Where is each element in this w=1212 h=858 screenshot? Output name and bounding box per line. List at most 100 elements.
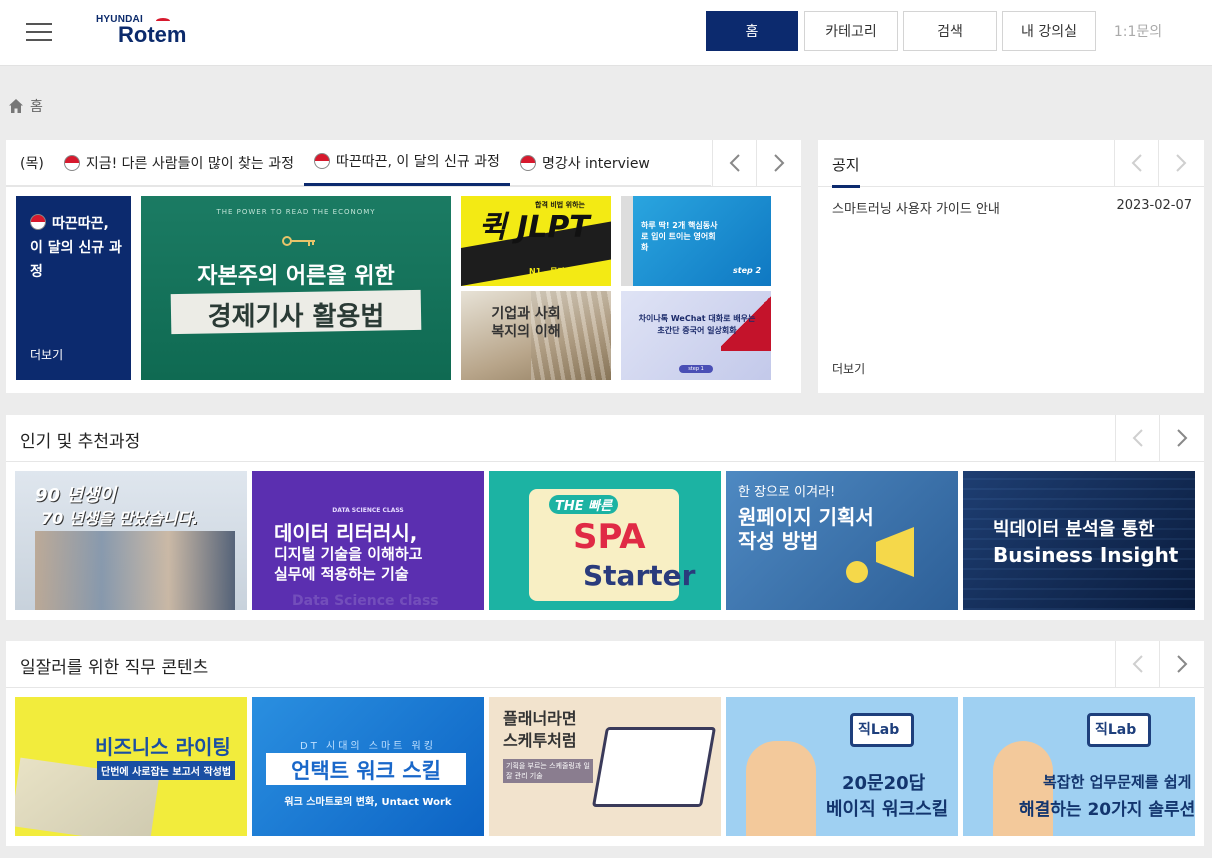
planner-line3: 기획을 부르는 스케줄링과 일 잘 관리 기술 — [503, 759, 593, 783]
biz-writing-line2: 단번에 사로잡는 보고서 작성법 — [97, 761, 236, 780]
dot-icon — [314, 153, 330, 169]
english-title: 하루 딱! 2개 핵심동사로 입이 트이는 영어회화 — [641, 221, 718, 252]
chevron-right-icon — [1176, 429, 1187, 447]
nav-search-button[interactable]: 검색 — [903, 11, 997, 51]
bulb-icon — [846, 561, 868, 583]
jobs-next-button[interactable] — [1159, 641, 1203, 687]
course-tile-bigdata[interactable]: 빅데이터 분석을 통한 Business Insight — [963, 471, 1195, 610]
basic-work-line1: 20문20답 — [842, 773, 926, 794]
popular-panel: 인기 및 추천과정 90 년생이 70 년생을 만났습니다. DATA SCIE… — [6, 415, 1204, 620]
economy-tag: THE POWER TO READ THE ECONOMY — [216, 208, 376, 216]
bigdata-line2: Business Insight — [993, 543, 1179, 567]
chevron-left-icon — [1132, 655, 1143, 673]
megaphone-icon — [876, 527, 914, 577]
data-literacy-line3: 실무에 적용하는 기술 — [274, 565, 409, 583]
course-tile-economy[interactable]: THE POWER TO READ THE ECONOMY 자본주의 어른을 위… — [141, 196, 451, 380]
menu-icon[interactable] — [26, 22, 52, 42]
person-icon — [746, 741, 816, 836]
hyundai-rotem-logo[interactable]: HYUNDAI Rotem — [96, 14, 196, 50]
planner-line2: 스케투처럼 — [503, 731, 577, 750]
course-tile-solutions[interactable]: 직Lab 복잡한 업무문제를 쉽게 해결하는 20가지 솔루션 — [963, 697, 1195, 836]
spa-line1: THE 빠른 — [549, 495, 619, 514]
course-tile-welfare[interactable]: 기업과 사회복지의 이해 — [461, 291, 611, 380]
untact-line1: 언택트 워크 스킬 — [291, 759, 441, 783]
laptop-icon — [591, 727, 717, 807]
dot-icon — [63, 154, 80, 171]
chevron-right-icon — [1175, 154, 1186, 172]
notice-item-date: 2023-02-07 — [1116, 198, 1192, 213]
popular-prev-button[interactable] — [1115, 415, 1159, 461]
bigdata-line1: 빅데이터 분석을 통한 — [993, 519, 1155, 540]
popular-next-button[interactable] — [1159, 415, 1203, 461]
featured-tabs: (목) 지금! 다른 사람들이 많이 찾는 과정 따끈따끈, 이 달의 신규 과… — [6, 140, 711, 186]
nav-home-button[interactable]: 홈 — [706, 11, 798, 51]
generations-line1: 90 년생이 — [35, 485, 116, 506]
jlpt-sub: N1 - 문자어휘 — [529, 267, 580, 276]
dot-icon — [519, 154, 536, 171]
planner-line1: 플래너라면 — [503, 709, 577, 728]
course-tile-generations[interactable]: 90 년생이 70 년생을 만났습니다. — [15, 471, 247, 610]
economy-line1: 자본주의 어른을 위한 — [197, 264, 395, 289]
tab-interview[interactable]: 명강사 interview — [510, 140, 660, 186]
solutions-badge: 직Lab — [1095, 722, 1137, 738]
untact-line2: 워크 스마트로의 변화, Untact Work — [284, 797, 452, 808]
tab-new-courses-label: 따끈따끈, 이 달의 신규 과정 — [336, 154, 500, 170]
tab-day[interactable]: (목) — [6, 140, 54, 186]
logo-name: Rotem — [118, 22, 187, 47]
course-tile-english[interactable]: 하루 딱! 2개 핵심동사로 입이 트이는 영어회화 step 2 — [621, 196, 771, 286]
economy-line2: 경제기사 활용법 — [207, 302, 385, 332]
chevron-left-icon — [1131, 154, 1142, 172]
notice-panel: 공지 스마트러닝 사용자 가이드 안내 2023-02-07 더보기 — [818, 140, 1204, 393]
home-icon[interactable] — [8, 98, 24, 114]
notice-prev-button[interactable] — [1114, 140, 1158, 186]
course-tile-jlpt[interactable]: 퀵 JLPT 합격 비법 위하는 N1 - 문자어휘 — [461, 196, 611, 286]
new-courses-card[interactable]: 따끈따끈, 이 달의 신규 과정 더보기 — [16, 196, 131, 380]
course-tile-data-literacy[interactable]: DATA SCIENCE CLASS 데이터 리터러시, 디지털 기술을 이해하… — [252, 471, 484, 610]
chevron-left-icon — [1132, 429, 1143, 447]
notice-item-text: 스마트러닝 사용자 가이드 안내 — [832, 202, 1000, 217]
featured-next-button[interactable] — [756, 140, 800, 186]
basic-work-line2: 베이직 워크스킬 — [826, 799, 949, 820]
key-icon — [282, 236, 315, 246]
chevron-right-icon — [773, 154, 784, 172]
spa-line2: SPA — [573, 517, 646, 557]
chevron-right-icon — [1176, 655, 1187, 673]
notice-tab[interactable]: 공지 — [832, 154, 860, 188]
tab-new-courses[interactable]: 따끈따끈, 이 달의 신규 과정 — [304, 140, 510, 186]
jobs-panel: 일잘러를 위한 직무 콘텐츠 비즈니스 라이팅 단번에 사로잡는 보고서 작성법… — [6, 641, 1204, 846]
course-tile-spa[interactable]: THE 빠른 SPA Starter — [489, 471, 721, 610]
basic-work-badge: 직Lab — [858, 722, 900, 738]
featured-panel: (목) 지금! 다른 사람들이 많이 찾는 과정 따끈따끈, 이 달의 신규 과… — [6, 140, 801, 393]
tab-popular-now[interactable]: 지금! 다른 사람들이 많이 찾는 과정 — [54, 140, 304, 186]
notice-more-link[interactable]: 더보기 — [832, 360, 865, 377]
nav-category-button[interactable]: 카테고리 — [804, 11, 898, 51]
notice-item[interactable]: 스마트러닝 사용자 가이드 안내 2023-02-07 — [832, 198, 1192, 217]
tab-popular-now-label: 지금! 다른 사람들이 많이 찾는 과정 — [85, 155, 294, 172]
welfare-title: 기업과 사회복지의 이해 — [491, 306, 561, 340]
course-tile-biz-writing[interactable]: 비즈니스 라이팅 단번에 사로잡는 보고서 작성법 — [15, 697, 247, 836]
wechat-title: 차이나톡 WeChat 대화로 배우는 초간단 중국어 일상회화 — [638, 314, 756, 335]
course-tile-wechat[interactable]: 차이나톡 WeChat 대화로 배우는 초간단 중국어 일상회화 step 1 — [621, 291, 771, 380]
nav-my-room-button[interactable]: 내 강의실 — [1002, 11, 1096, 51]
course-tile-planner[interactable]: 플래너라면 스케투처럼 기획을 부르는 스케줄링과 일 잘 관리 기술 — [489, 697, 721, 836]
wechat-sub: step 1 — [679, 365, 713, 373]
notice-next-button[interactable] — [1158, 140, 1202, 186]
nav-inquiry-link[interactable]: 1:1문의 — [1104, 11, 1172, 51]
new-courses-more-link[interactable]: 더보기 — [30, 346, 63, 363]
course-tile-untact[interactable]: DT 시대의 스마트 워킹 언택트 워크 스킬 워크 스마트로의 변화, Unt… — [252, 697, 484, 836]
new-courses-card-title: 따끈따끈, 이 달의 신규 과정 — [30, 212, 126, 284]
spa-line3: Starter — [583, 559, 696, 592]
course-tile-basic-work[interactable]: 직Lab 20문20답 베이직 워크스킬 — [726, 697, 958, 836]
generations-line2: 70 년생을 만났습니다. — [41, 509, 199, 528]
breadcrumb: 홈 — [8, 96, 43, 116]
data-literacy-line2: 디지털 기술을 이해하고 — [274, 545, 423, 563]
featured-prev-button[interactable] — [712, 140, 756, 186]
data-literacy-tag: DATA SCIENCE CLASS — [332, 507, 404, 514]
jlpt-tag: 합격 비법 위하는 — [535, 201, 585, 209]
one-page-tag: 한 장으로 이겨라! — [738, 485, 836, 500]
breadcrumb-home[interactable]: 홈 — [30, 96, 43, 116]
course-tile-one-page[interactable]: 한 장으로 이겨라! 원페이지 기획서 작성 방법 — [726, 471, 958, 610]
popular-title: 인기 및 추천과정 — [20, 432, 141, 452]
biz-writing-line1: 비즈니스 라이팅 — [95, 735, 231, 759]
jobs-prev-button[interactable] — [1115, 641, 1159, 687]
